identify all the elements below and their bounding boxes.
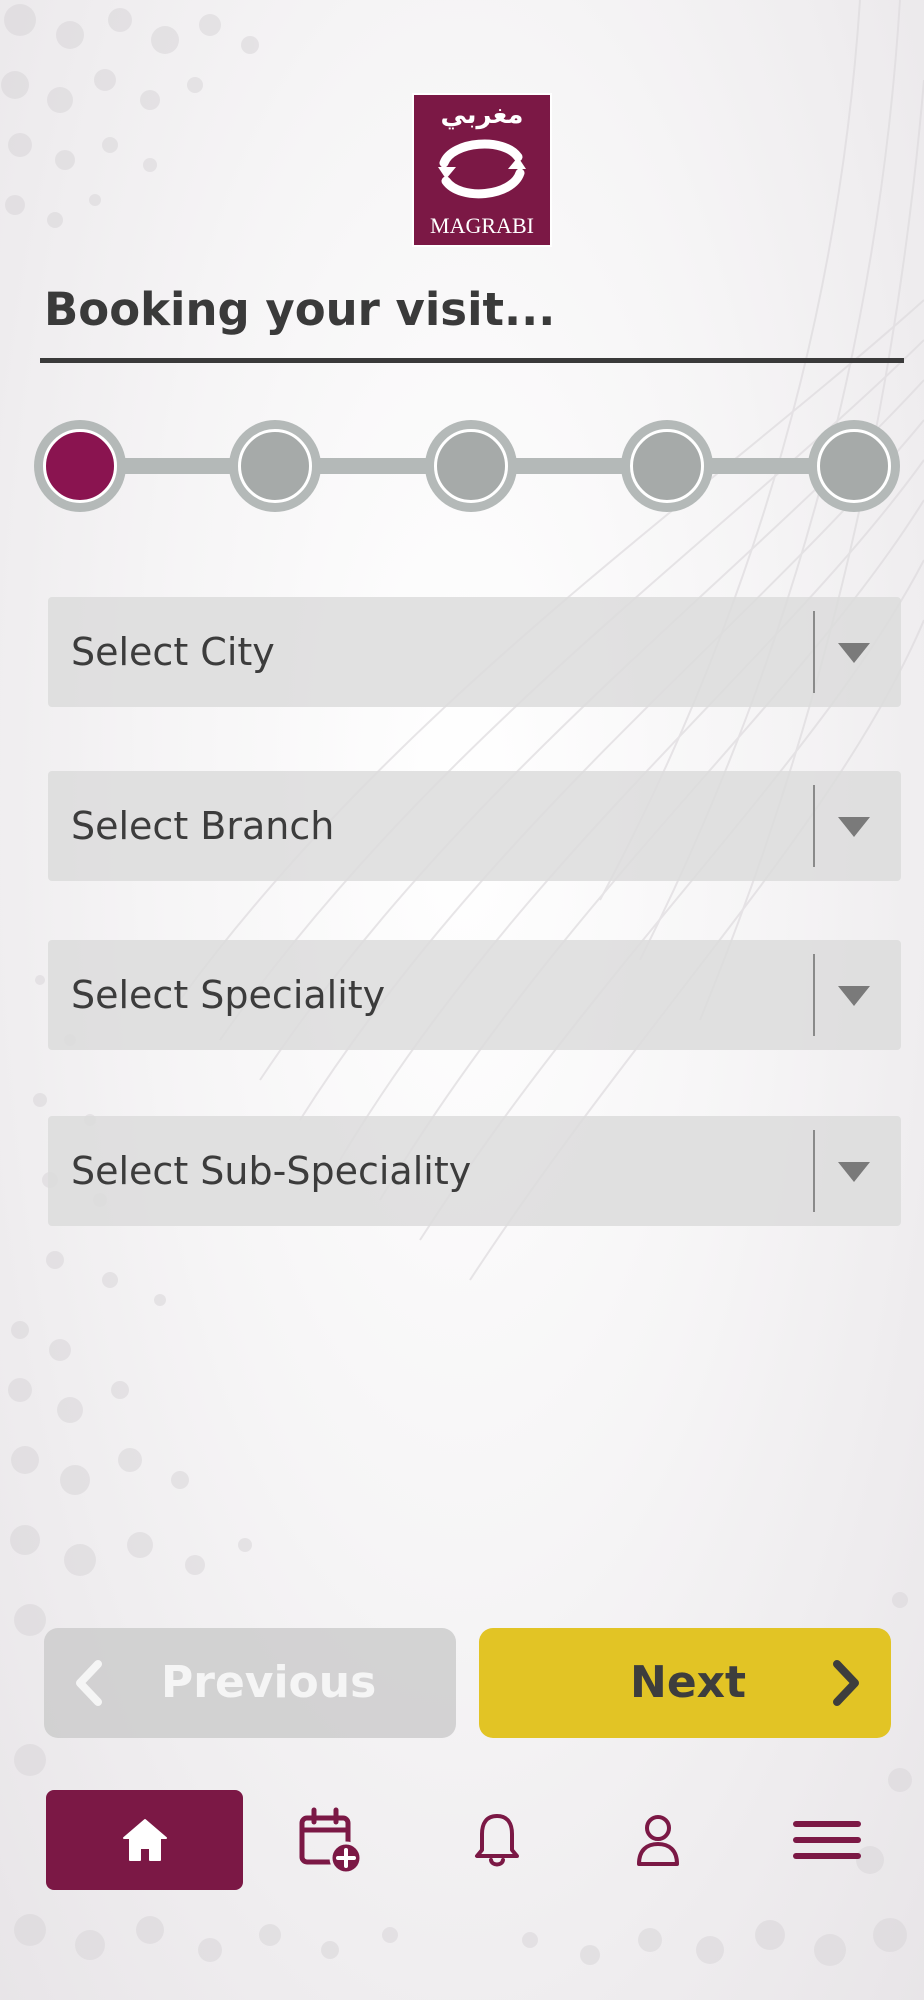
select-divider — [813, 611, 815, 693]
speciality-select[interactable]: Select Speciality — [48, 940, 901, 1050]
next-button-label: Next — [630, 1657, 747, 1708]
dropdown-arrow-icon[interactable] — [838, 1162, 870, 1182]
step-5-indicator — [808, 420, 900, 512]
city-select[interactable]: Select City — [48, 597, 901, 707]
nav-menu[interactable] — [777, 1790, 877, 1890]
next-button[interactable]: Next — [479, 1628, 891, 1738]
bottom-navigation — [0, 1780, 924, 1896]
step-3-indicator — [425, 420, 517, 512]
branch-select[interactable]: Select Branch — [48, 771, 901, 881]
dropdown-arrow-icon[interactable] — [838, 817, 870, 837]
chevron-right-icon — [833, 1660, 859, 1706]
previous-button-label: Previous — [161, 1657, 377, 1708]
logo-arabic-text: مغربي — [440, 100, 524, 130]
chevron-left-icon — [76, 1660, 102, 1706]
step-1-indicator — [34, 420, 126, 512]
home-icon — [122, 1819, 167, 1861]
calendar-add-icon — [299, 1807, 363, 1875]
previous-button[interactable]: Previous — [44, 1628, 456, 1738]
step-2-indicator — [229, 420, 321, 512]
magrabi-logo: مغربي MAGRABI — [412, 93, 552, 247]
select-divider — [813, 954, 815, 1036]
nav-profile[interactable] — [608, 1790, 708, 1890]
dropdown-arrow-icon[interactable] — [838, 986, 870, 1006]
step-4-indicator — [621, 420, 713, 512]
select-divider — [813, 1130, 815, 1212]
sub-speciality-select[interactable]: Select Sub-Speciality — [48, 1116, 901, 1226]
select-divider — [813, 785, 815, 867]
menu-icon — [793, 1821, 861, 1859]
logo-emblem-icon — [438, 139, 526, 199]
logo-wordmark: MAGRABI — [430, 213, 534, 238]
nav-home[interactable] — [46, 1790, 243, 1890]
dropdown-arrow-icon[interactable] — [838, 643, 870, 663]
nav-book-appointment[interactable] — [280, 1790, 380, 1890]
user-icon — [637, 1815, 679, 1866]
title-divider — [40, 358, 904, 363]
booking-progress-stepper — [34, 420, 900, 512]
sub-speciality-select-label: Select Sub-Speciality — [71, 1149, 472, 1193]
branch-select-label: Select Branch — [71, 804, 335, 848]
city-select-label: Select City — [71, 630, 275, 674]
speciality-select-label: Select Speciality — [71, 973, 386, 1017]
nav-notifications[interactable] — [447, 1790, 547, 1890]
page-title: Booking your visit... — [44, 283, 556, 336]
bell-icon — [475, 1814, 519, 1867]
